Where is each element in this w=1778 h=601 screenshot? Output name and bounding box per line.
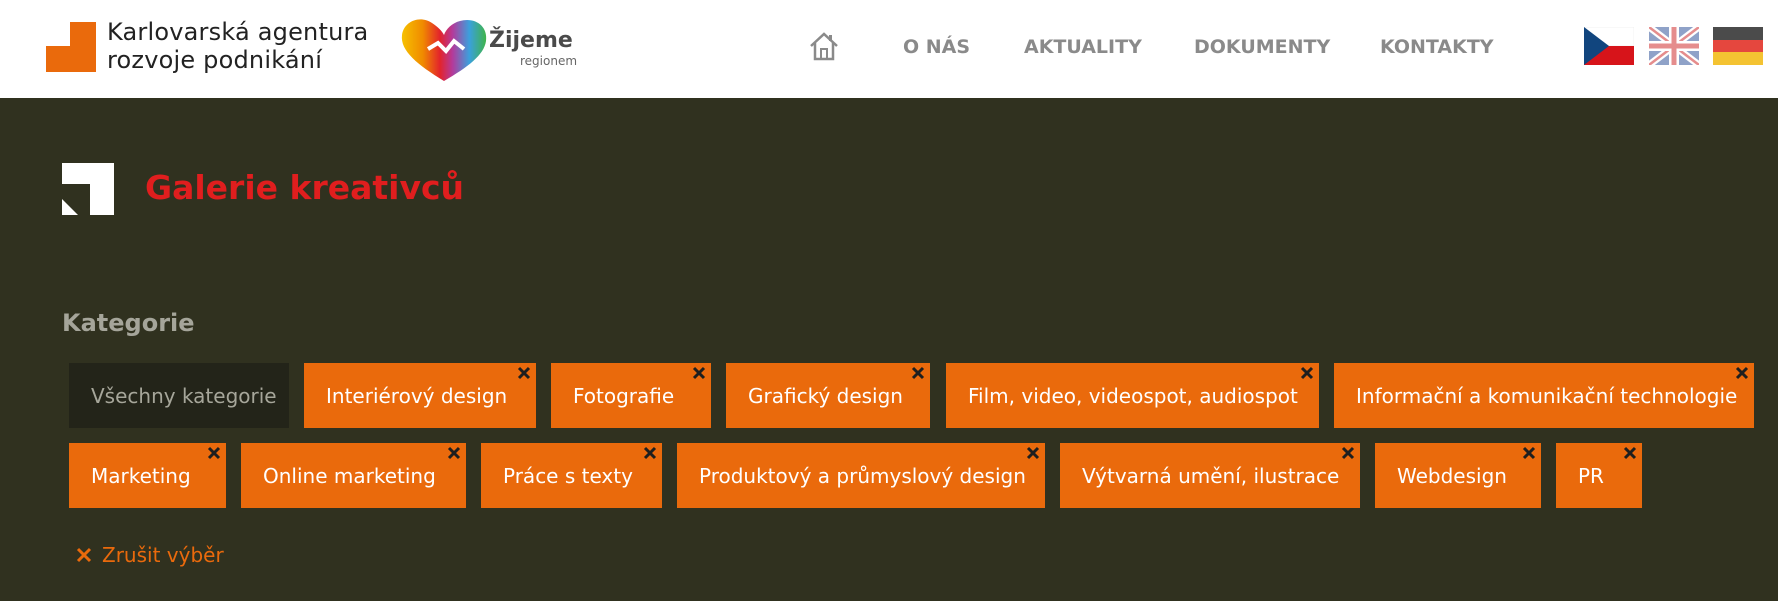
close-icon bbox=[76, 547, 92, 563]
category-chip[interactable]: Informační a komunikační technologie bbox=[1334, 363, 1754, 428]
category-chip-label: Produktový a průmyslový design bbox=[699, 463, 1026, 488]
category-chip[interactable]: Výtvarná umění, ilustrace bbox=[1060, 443, 1360, 508]
kar-logo-icon[interactable] bbox=[46, 22, 96, 72]
nav-item-dokumenty[interactable]: DOKUMENTY bbox=[1194, 36, 1330, 58]
category-chip[interactable]: Webdesign bbox=[1375, 443, 1541, 508]
zijeme-regionem-heart-icon[interactable] bbox=[398, 15, 490, 83]
remove-icon[interactable] bbox=[1521, 445, 1537, 461]
remove-icon[interactable] bbox=[446, 445, 462, 461]
category-all-label: Všechny kategorie bbox=[91, 383, 277, 408]
remove-icon[interactable] bbox=[1734, 365, 1750, 381]
category-chip-label: Informační a komunikační technologie bbox=[1356, 383, 1738, 408]
site-header: Karlovarská agentura rozvoje podnikání Ž… bbox=[0, 0, 1778, 98]
brand-line-2: rozvoje podnikání bbox=[107, 46, 323, 74]
category-chip-label: Film, video, videospot, audiospot bbox=[968, 383, 1298, 408]
category-chip[interactable]: PR bbox=[1556, 443, 1642, 508]
nav-item-aktuality[interactable]: AKTUALITY bbox=[1024, 36, 1142, 58]
remove-icon[interactable] bbox=[910, 365, 926, 381]
remove-icon[interactable] bbox=[642, 445, 658, 461]
remove-icon[interactable] bbox=[1622, 445, 1638, 461]
nav-item-o-nas[interactable]: O NÁS bbox=[903, 36, 970, 58]
category-chip[interactable]: Grafický design bbox=[726, 363, 930, 428]
reset-selection-label: Zrušit výběr bbox=[102, 543, 224, 567]
category-chip-label: Marketing bbox=[91, 463, 191, 488]
category-chip[interactable]: Interiérový design bbox=[304, 363, 536, 428]
category-all[interactable]: Všechny kategorie bbox=[69, 363, 289, 428]
category-chip-label: Výtvarná umění, ilustrace bbox=[1082, 463, 1340, 488]
category-chip[interactable]: Produktový a průmyslový design bbox=[677, 443, 1045, 508]
category-chip-label: Práce s texty bbox=[503, 463, 633, 488]
category-chip[interactable]: Fotografie bbox=[551, 363, 711, 428]
uk-flag-icon[interactable] bbox=[1649, 27, 1699, 65]
category-chip[interactable]: Marketing bbox=[69, 443, 226, 508]
german-flag-icon[interactable] bbox=[1713, 27, 1763, 65]
remove-icon[interactable] bbox=[516, 365, 532, 381]
remove-icon[interactable] bbox=[1299, 365, 1315, 381]
nav-item-kontakty[interactable]: KONTAKTY bbox=[1380, 36, 1494, 58]
home-icon[interactable] bbox=[808, 30, 840, 62]
partner-name[interactable]: Žijeme bbox=[489, 28, 573, 53]
page-title: Galerie kreativců bbox=[145, 168, 465, 207]
category-chip[interactable]: Film, video, videospot, audiospot bbox=[946, 363, 1319, 428]
brand-line-1: Karlovarská agentura bbox=[107, 18, 369, 46]
category-chip-label: Webdesign bbox=[1397, 463, 1507, 488]
category-chip[interactable]: Online marketing bbox=[241, 443, 466, 508]
reset-selection-button[interactable]: Zrušit výběr bbox=[76, 543, 224, 567]
partner-subtitle: regionem bbox=[520, 54, 578, 68]
remove-icon[interactable] bbox=[691, 365, 707, 381]
category-chip-label: Fotografie bbox=[573, 383, 675, 408]
remove-icon[interactable] bbox=[1340, 445, 1356, 461]
category-chip[interactable]: Práce s texty bbox=[481, 443, 662, 508]
category-chip-label: Interiérový design bbox=[326, 383, 508, 408]
czech-flag-icon[interactable] bbox=[1584, 27, 1634, 65]
remove-icon[interactable] bbox=[1025, 445, 1041, 461]
category-chip-label: Online marketing bbox=[263, 463, 436, 488]
remove-icon[interactable] bbox=[206, 445, 222, 461]
categories-heading: Kategorie bbox=[62, 309, 195, 337]
category-chip-label: Grafický design bbox=[748, 383, 903, 408]
brand-name[interactable]: Karlovarská agentura rozvoje podnikání bbox=[107, 18, 368, 74]
category-chip-label: PR bbox=[1578, 463, 1604, 488]
section-logo-icon bbox=[62, 163, 114, 215]
